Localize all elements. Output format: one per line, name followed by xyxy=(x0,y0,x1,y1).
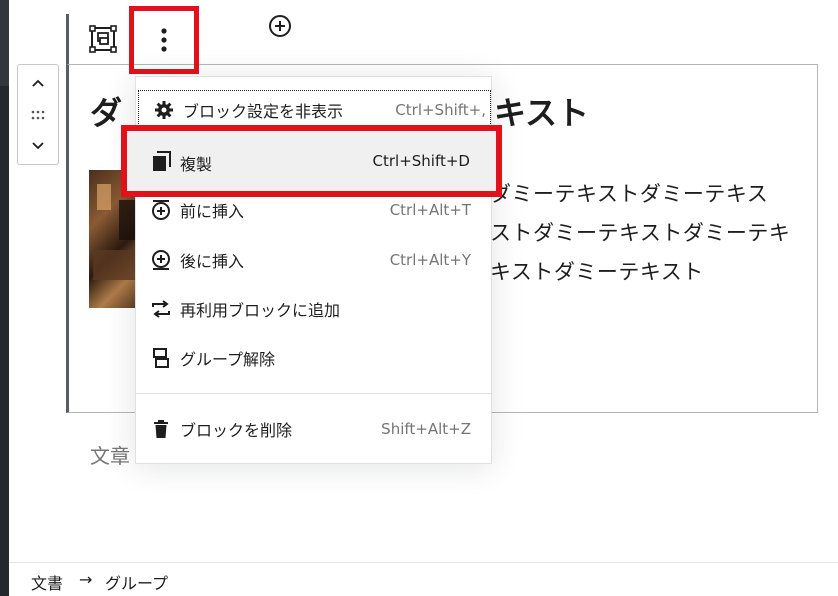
menu-item-label: 複製 xyxy=(180,155,213,174)
menu-item-label: 再利用ブロックに追加 xyxy=(180,301,341,320)
admin-sidebar-edge xyxy=(0,0,9,596)
menu-item-label: 後に挿入 xyxy=(180,252,245,271)
menu-item-shortcut: Ctrl+Shift+D xyxy=(372,152,470,170)
ungroup-icon xyxy=(149,346,173,370)
paragraph-placeholder[interactable]: 文章 xyxy=(90,440,130,469)
vertical-ellipsis-icon xyxy=(161,28,167,52)
breadcrumb-root[interactable]: 文書 xyxy=(31,570,63,594)
trash-icon xyxy=(149,417,173,441)
gear-icon xyxy=(152,98,176,122)
menu-item-shortcut: Ctrl+Alt+Y xyxy=(389,251,471,269)
plus-circle-icon[interactable] xyxy=(266,12,294,40)
chevron-down-icon xyxy=(32,142,44,150)
menu-item-insert-after[interactable]: 後に挿入 Ctrl+Alt+Y xyxy=(136,240,493,280)
heading-text-start[interactable]: ダ xyxy=(90,88,122,134)
duplicate-icon xyxy=(150,149,174,173)
menu-item-shortcut: Shift+Alt+Z xyxy=(381,420,471,438)
block-mover xyxy=(17,64,59,165)
menu-item-label: ブロック設定を非表示 xyxy=(183,102,344,121)
menu-item-ungroup[interactable]: グループ解除 xyxy=(136,338,493,378)
menu-item-label: グループ解除 xyxy=(180,350,276,369)
breadcrumb-current[interactable]: グループ xyxy=(105,570,168,594)
breadcrumb-arrow: → xyxy=(79,570,93,589)
chevron-up-icon xyxy=(32,79,44,87)
move-up-button[interactable] xyxy=(26,71,50,95)
menu-item-shortcut: Ctrl+Shift+, xyxy=(395,101,486,119)
insert-after-icon xyxy=(149,248,173,272)
menu-item-label: ブロックを削除 xyxy=(180,421,293,440)
menu-item-shortcut: Ctrl+Alt+T xyxy=(389,201,471,219)
paragraph-line-1[interactable]: ダミーテキストダミーテキス xyxy=(490,178,768,208)
menu-item-label: 前に挿入 xyxy=(180,202,245,221)
menu-item-remove-block[interactable]: ブロックを削除 Shift+Alt+Z xyxy=(136,409,493,449)
admin-sidebar-top xyxy=(0,0,9,86)
reusable-block-icon xyxy=(149,297,173,321)
group-block-icon[interactable] xyxy=(86,22,120,56)
breadcrumb: 文書 → グループ xyxy=(9,562,838,596)
paragraph-line-3[interactable]: キストダミーテキスト xyxy=(490,256,704,286)
heading-text-end[interactable]: キスト xyxy=(494,88,589,134)
menu-item-duplicate[interactable]: 複製 Ctrl+Shift+D xyxy=(121,125,502,197)
paragraph-line-2[interactable]: ストダミーテキストダミーテキ xyxy=(490,217,790,247)
drag-handle-icon[interactable] xyxy=(26,103,50,127)
more-options-button[interactable] xyxy=(129,6,199,74)
menu-separator xyxy=(136,393,493,394)
menu-item-add-reusable[interactable]: 再利用ブロックに追加 xyxy=(136,289,493,329)
menu-item-hide-settings[interactable]: ブロック設定を非表示 Ctrl+Shift+, xyxy=(138,90,491,130)
move-down-button[interactable] xyxy=(26,134,50,158)
insert-before-icon xyxy=(149,198,173,222)
